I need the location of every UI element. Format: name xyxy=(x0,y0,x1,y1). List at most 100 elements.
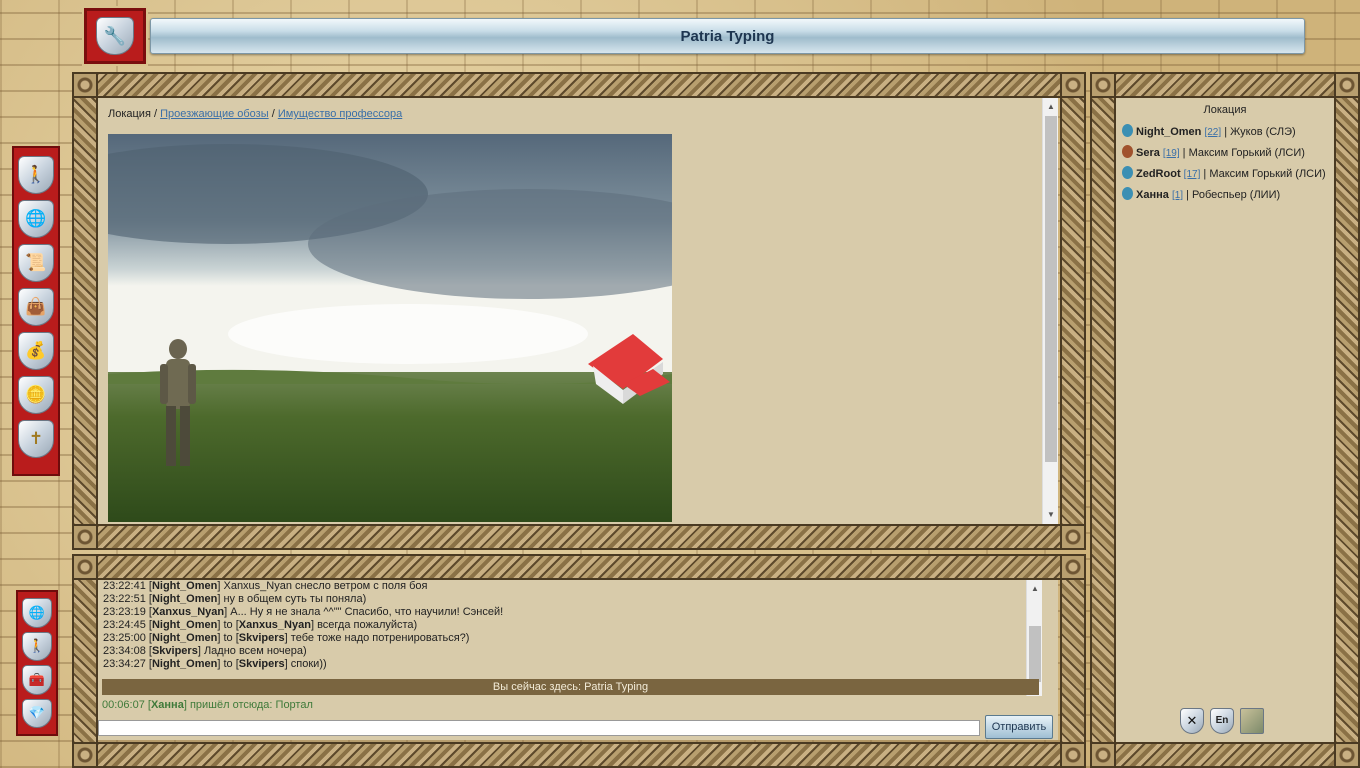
chat-message: 23:34:08 [Skvipers] Ладно всем ночера) xyxy=(103,645,307,657)
player-level[interactable]: [22] xyxy=(1204,127,1221,138)
scroll-thumb[interactable] xyxy=(1029,626,1041,682)
gender-icon xyxy=(1122,166,1133,179)
current-location-bar: Вы сейчас здесь: Patria Typing xyxy=(102,679,1039,695)
money-bag-icon[interactable]: 💰 xyxy=(18,332,54,370)
player-name[interactable]: Night_Omen xyxy=(1136,126,1201,138)
send-button[interactable]: Отправить xyxy=(985,715,1053,739)
frame-corner xyxy=(1060,524,1086,550)
bag-icon[interactable]: 👜 xyxy=(18,288,54,326)
player-name[interactable]: Ханна xyxy=(1136,189,1169,201)
message-time: 23:22:41 xyxy=(103,580,146,592)
signpost-icon[interactable]: ✝ xyxy=(18,420,54,458)
player-row[interactable]: Night_Omen [22] | Жуков (СЛЭ) xyxy=(1122,124,1328,140)
character-icon[interactable]: 🚶 xyxy=(18,156,54,194)
breadcrumb-link-professor-property[interactable]: Имущество профессора xyxy=(278,108,402,120)
close-chat-button[interactable]: ✕ xyxy=(1180,708,1204,734)
message-text: всегда пожалуйста) xyxy=(317,619,418,631)
player-info: | Максим Горький (ЛСИ) xyxy=(1203,168,1326,180)
frame xyxy=(72,72,1086,98)
message-recipient[interactable]: Skvipers xyxy=(239,658,285,670)
player-level[interactable]: [1] xyxy=(1172,190,1183,201)
message-recipient[interactable]: Skvipers xyxy=(239,632,285,644)
frame xyxy=(1090,72,1116,768)
to-word: to xyxy=(223,619,233,631)
scroll-icon[interactable]: 📜 xyxy=(18,244,54,282)
chat-message: 23:22:51 [Night_Omen] ну в общем суть ты… xyxy=(103,593,367,605)
breadcrumb-root: Локация xyxy=(108,108,151,120)
message-time: 23:24:45 xyxy=(103,619,146,631)
gender-icon xyxy=(1122,187,1133,200)
message-time: 23:22:51 xyxy=(103,593,146,605)
message-text: споки)) xyxy=(290,658,327,670)
field-scene xyxy=(108,134,672,522)
frame-corner xyxy=(1060,742,1086,768)
language-toggle-button[interactable]: En xyxy=(1210,708,1234,734)
player-level[interactable]: [17] xyxy=(1184,169,1201,180)
location-image xyxy=(108,134,672,522)
player-name[interactable]: ZedRoot xyxy=(1136,168,1181,180)
frame xyxy=(1060,72,1086,550)
chat-message: 23:23:19 [Xanxus_Nyan] А... Ну я не знал… xyxy=(103,606,504,618)
frame-corner xyxy=(72,554,98,580)
player-row[interactable]: Sera [19] | Максим Горький (ЛСИ) xyxy=(1122,145,1328,161)
bottom-side-menu: 🌐 🚶 🧰 💎 xyxy=(16,590,58,736)
player-row[interactable]: ZedRoot [17] | Максим Горький (ЛСИ) xyxy=(1122,166,1328,182)
frame-corner xyxy=(72,524,98,550)
scroll-up-icon[interactable]: ▲ xyxy=(1043,100,1059,114)
language-icon: En xyxy=(1215,715,1229,726)
map-button[interactable] xyxy=(1240,708,1264,734)
message-text: тебе тоже надо потренироваться?) xyxy=(290,632,470,644)
frame-corner xyxy=(1090,742,1116,768)
globe-icon[interactable]: 🌐 xyxy=(18,200,54,238)
chat-message: 23:34:27 [Night_Omen] to [Skvipers] спок… xyxy=(103,658,327,670)
players-panel: Локация Night_Omen [22] | Жуков (СЛЭ) Se… xyxy=(1116,98,1334,742)
breadcrumb: Локация / Проезжающие обозы / Имущество … xyxy=(108,108,402,120)
breadcrumb-separator: / xyxy=(153,108,158,120)
wrench-icon: 🔧 xyxy=(96,17,134,55)
side-menu: 🚶 🌐 📜 👜 💰 🪙 ✝ xyxy=(12,146,60,476)
player-level[interactable]: [19] xyxy=(1163,148,1180,159)
frame xyxy=(72,742,1086,768)
to-word: to xyxy=(223,658,233,670)
coins-icon[interactable]: 🪙 xyxy=(18,376,54,414)
chat-input[interactable] xyxy=(98,720,980,736)
frame-corner xyxy=(1334,72,1360,98)
chest-icon[interactable]: 🧰 xyxy=(22,665,52,695)
location-view: Локация / Проезжающие обозы / Имущество … xyxy=(98,98,1058,524)
system-message: 00:06:07 [Ханна] пришёл отсюда: Портал xyxy=(102,699,313,711)
message-text: Xanxus_Nyan снесло ветром с поля боя xyxy=(223,580,428,592)
chat-message: 23:24:45 [Night_Omen] to [Xanxus_Nyan] в… xyxy=(103,619,418,631)
scroll-up-icon[interactable]: ▲ xyxy=(1027,582,1043,596)
close-icon: ✕ xyxy=(1186,713,1198,728)
frame xyxy=(72,554,98,768)
location-scrollbar[interactable]: ▲ ▼ xyxy=(1042,98,1058,524)
message-sender[interactable]: Xanxus_Nyan xyxy=(152,606,224,618)
frame xyxy=(72,554,1086,580)
player-row[interactable]: Ханна [1] | Робеспьер (ЛИИ) xyxy=(1122,187,1328,203)
message-sender[interactable]: Night_Omen xyxy=(152,632,217,644)
message-sender[interactable]: Ханна xyxy=(151,699,184,711)
breadcrumb-link-caravans[interactable]: Проезжающие обозы xyxy=(160,108,269,120)
scroll-thumb[interactable] xyxy=(1045,116,1057,462)
message-sender[interactable]: Night_Omen xyxy=(152,619,217,631)
message-recipient[interactable]: Xanxus_Nyan xyxy=(239,619,311,631)
message-sender[interactable]: Night_Omen xyxy=(152,593,217,605)
globe-icon[interactable]: 🌐 xyxy=(22,598,52,628)
diamond-icon[interactable]: 💎 xyxy=(22,698,52,728)
character-icon[interactable]: 🚶 xyxy=(22,631,52,661)
frame xyxy=(72,72,98,550)
players-panel-title: Локация xyxy=(1203,104,1247,116)
tools-button[interactable]: 🔧 xyxy=(84,8,146,64)
frame-corner xyxy=(1334,742,1360,768)
message-text: Ладно всем ночера) xyxy=(203,645,307,657)
player-name[interactable]: Sera xyxy=(1136,147,1160,159)
message-sender[interactable]: Night_Omen xyxy=(152,580,217,592)
message-text: ну в общем суть ты поняла) xyxy=(223,593,367,605)
frame xyxy=(1060,554,1086,768)
frame-corner xyxy=(1060,554,1086,580)
scroll-down-icon[interactable]: ▼ xyxy=(1043,508,1059,522)
message-sender[interactable]: Skvipers xyxy=(152,645,198,657)
message-text: А... Ну я не знала ^^"" Спасибо, что нау… xyxy=(230,606,504,618)
message-sender[interactable]: Night_Omen xyxy=(152,658,217,670)
message-time: 00:06:07 xyxy=(102,699,145,711)
